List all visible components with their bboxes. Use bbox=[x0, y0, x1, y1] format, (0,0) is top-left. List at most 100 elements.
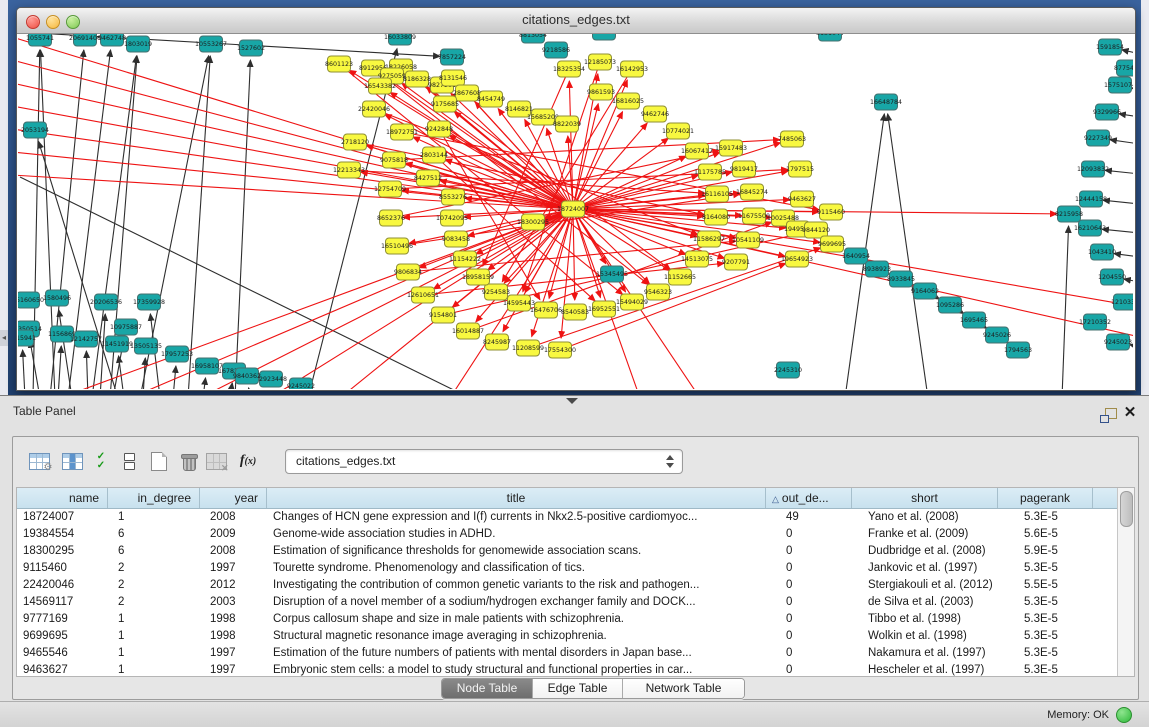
cell-title: Structural magnetic resonance image aver… bbox=[267, 628, 766, 645]
svg-text:9245026: 9245026 bbox=[983, 332, 1011, 339]
cell-year: 2009 bbox=[200, 526, 267, 543]
svg-text:14595443: 14595443 bbox=[503, 300, 535, 307]
collapse-panel-arrow-icon[interactable]: ◂ bbox=[0, 330, 8, 346]
cell-name: 9463627 bbox=[17, 662, 108, 676]
svg-text:9207791: 9207791 bbox=[722, 259, 750, 266]
svg-text:17210352: 17210352 bbox=[1079, 319, 1111, 326]
dropdown-arrows-icon bbox=[665, 454, 674, 469]
cell-in_degree: 6 bbox=[108, 543, 200, 560]
svg-text:12444158: 12444158 bbox=[1075, 196, 1107, 203]
column-header-name[interactable]: name bbox=[17, 488, 108, 508]
cell-in_degree: 1 bbox=[108, 662, 200, 676]
table-row[interactable]: 977716911998Corpus callosum shape and si… bbox=[17, 611, 1118, 628]
window-titlebar[interactable]: citations_edges.txt bbox=[17, 8, 1135, 34]
column-header-year[interactable]: year bbox=[200, 488, 267, 508]
cell-pagerank: 5.9E-5 bbox=[998, 543, 1093, 560]
cell-pagerank: 5.3E-5 bbox=[998, 628, 1093, 645]
svg-text:20206536: 20206536 bbox=[90, 299, 122, 306]
rows-icon[interactable] bbox=[115, 447, 143, 475]
column-header-title[interactable]: title bbox=[267, 488, 766, 508]
function-builder-icon[interactable]: f(x) bbox=[234, 447, 262, 475]
close-panel-icon[interactable]: ✕ bbox=[1122, 404, 1138, 422]
svg-text:1803019: 1803019 bbox=[124, 41, 152, 48]
svg-text:1580496: 1580496 bbox=[43, 295, 71, 302]
scrollbar-thumb[interactable] bbox=[1120, 491, 1133, 527]
tab-network-table[interactable]: Network Table bbox=[623, 679, 744, 698]
svg-text:1043410: 1043410 bbox=[1088, 249, 1116, 256]
svg-text:9083458: 9083458 bbox=[442, 236, 470, 243]
cell-year: 2012 bbox=[200, 577, 267, 594]
column-header-pagerank[interactable]: pagerank bbox=[998, 488, 1093, 508]
table-row[interactable]: 946362711997Embryonic stem cells: a mode… bbox=[17, 662, 1118, 676]
split-pane-handle[interactable] bbox=[566, 398, 578, 404]
cell-in_degree: 1 bbox=[108, 611, 200, 628]
cytoscape-app: ◂ citations_edges.txt 18724007 bbox=[0, 0, 1149, 727]
svg-text:18724007: 18724007 bbox=[557, 206, 589, 213]
svg-text:15917483: 15917483 bbox=[715, 145, 747, 152]
cell-in_degree: 1 bbox=[108, 509, 200, 526]
svg-text:22420046: 22420046 bbox=[358, 106, 390, 113]
svg-text:9329966: 9329966 bbox=[1093, 109, 1121, 116]
cell-in_degree: 2 bbox=[108, 577, 200, 594]
cell-name: 9115460 bbox=[17, 560, 108, 577]
delete-table-icon[interactable] bbox=[174, 447, 202, 475]
cell-short: Stergiakouli et al. (2012) bbox=[852, 577, 998, 594]
table-options-icon[interactable]: ⚙ bbox=[25, 447, 53, 475]
table-header-row: namein_degreeyeartitle△out_de...shortpag… bbox=[17, 488, 1118, 509]
cell-pagerank: 5.3E-5 bbox=[998, 645, 1093, 662]
column-header-in_degree[interactable]: in_degree bbox=[108, 488, 200, 508]
cell-in_degree: 2 bbox=[108, 594, 200, 611]
cell-name: 9465546 bbox=[17, 645, 108, 662]
cell-title: Changes of HCN gene expression and I(f) … bbox=[267, 509, 766, 526]
svg-text:20691406: 20691406 bbox=[69, 35, 101, 42]
desktop-edge-right bbox=[1141, 0, 1149, 395]
svg-text:19654923: 19654923 bbox=[781, 256, 813, 263]
cell-title: Investigating the contribution of common… bbox=[267, 577, 766, 594]
table-row[interactable]: 1456911722003Disruption of a novel membe… bbox=[17, 594, 1118, 611]
svg-text:11675500: 11675500 bbox=[738, 213, 770, 220]
tab-edge-table[interactable]: Edge Table bbox=[533, 679, 623, 698]
svg-text:12142757: 12142757 bbox=[70, 336, 102, 343]
cell-out_degree: 0 bbox=[766, 577, 852, 594]
table-row[interactable]: 1872400712008Changes of HCN gene express… bbox=[17, 509, 1118, 526]
svg-text:10774021: 10774021 bbox=[662, 128, 694, 135]
table-content-box: ⚙ ✓✓ ✕ bbox=[12, 436, 1139, 700]
cell-short: Dudbridge et al. (2008) bbox=[852, 543, 998, 560]
table-row[interactable]: 1938455462009Genome-wide association stu… bbox=[17, 526, 1118, 543]
show-column-icon[interactable] bbox=[58, 447, 86, 475]
new-table-icon[interactable] bbox=[145, 447, 173, 475]
network-canvas[interactable]: 1872400718300295860112389129561822605892… bbox=[18, 34, 1133, 389]
cell-title: Embryonic stem cells: a model to study s… bbox=[267, 662, 766, 676]
table-row[interactable]: 2242004622012Investigating the contribut… bbox=[17, 577, 1118, 594]
svg-text:11154222: 11154222 bbox=[449, 256, 481, 263]
svg-text:1204550: 1204550 bbox=[1098, 274, 1126, 281]
svg-text:16033809: 16033809 bbox=[384, 34, 416, 41]
tab-node-table[interactable]: Node Table bbox=[442, 679, 533, 698]
svg-text:8131546: 8131546 bbox=[439, 75, 467, 82]
cell-name: 9777169 bbox=[17, 611, 108, 628]
select-all-icon[interactable]: ✓✓ bbox=[87, 447, 115, 475]
float-panel-icon[interactable] bbox=[1100, 408, 1117, 423]
cell-title: Estimation of significance thresholds fo… bbox=[267, 543, 766, 560]
column-header-out_de[interactable]: △out_de... bbox=[766, 488, 852, 508]
cell-title: Corpus callosum shape and size in male p… bbox=[267, 611, 766, 628]
svg-text:17957253: 17957253 bbox=[161, 351, 193, 358]
svg-text:14513075: 14513075 bbox=[681, 256, 713, 263]
vertical-scrollbar[interactable] bbox=[1117, 488, 1134, 676]
status-bar: Memory: OK bbox=[0, 701, 1149, 727]
svg-text:16648784: 16648784 bbox=[870, 99, 902, 106]
table-body: 1872400712008Changes of HCN gene express… bbox=[17, 509, 1118, 676]
svg-text:2053194: 2053194 bbox=[21, 127, 49, 134]
cell-short: Yano et al. (2008) bbox=[852, 509, 998, 526]
table-row[interactable]: 969969511998Structural magnetic resonanc… bbox=[17, 628, 1118, 645]
table-row[interactable]: 911546021997Tourette syndrome. Phenomeno… bbox=[17, 560, 1118, 577]
table-row[interactable]: 1830029562008Estimation of significance … bbox=[17, 543, 1118, 560]
cell-year: 1997 bbox=[200, 662, 267, 676]
network-view-window: citations_edges.txt 18724007183002958601… bbox=[16, 7, 1136, 391]
svg-text:2718120: 2718120 bbox=[341, 139, 369, 146]
cell-name: 19384554 bbox=[17, 526, 108, 543]
cell-year: 2008 bbox=[200, 509, 267, 526]
table-selector-dropdown[interactable]: citations_edges.txt bbox=[285, 449, 683, 474]
table-row[interactable]: 946554611997Estimation of the future num… bbox=[17, 645, 1118, 662]
column-header-short[interactable]: short bbox=[852, 488, 998, 508]
